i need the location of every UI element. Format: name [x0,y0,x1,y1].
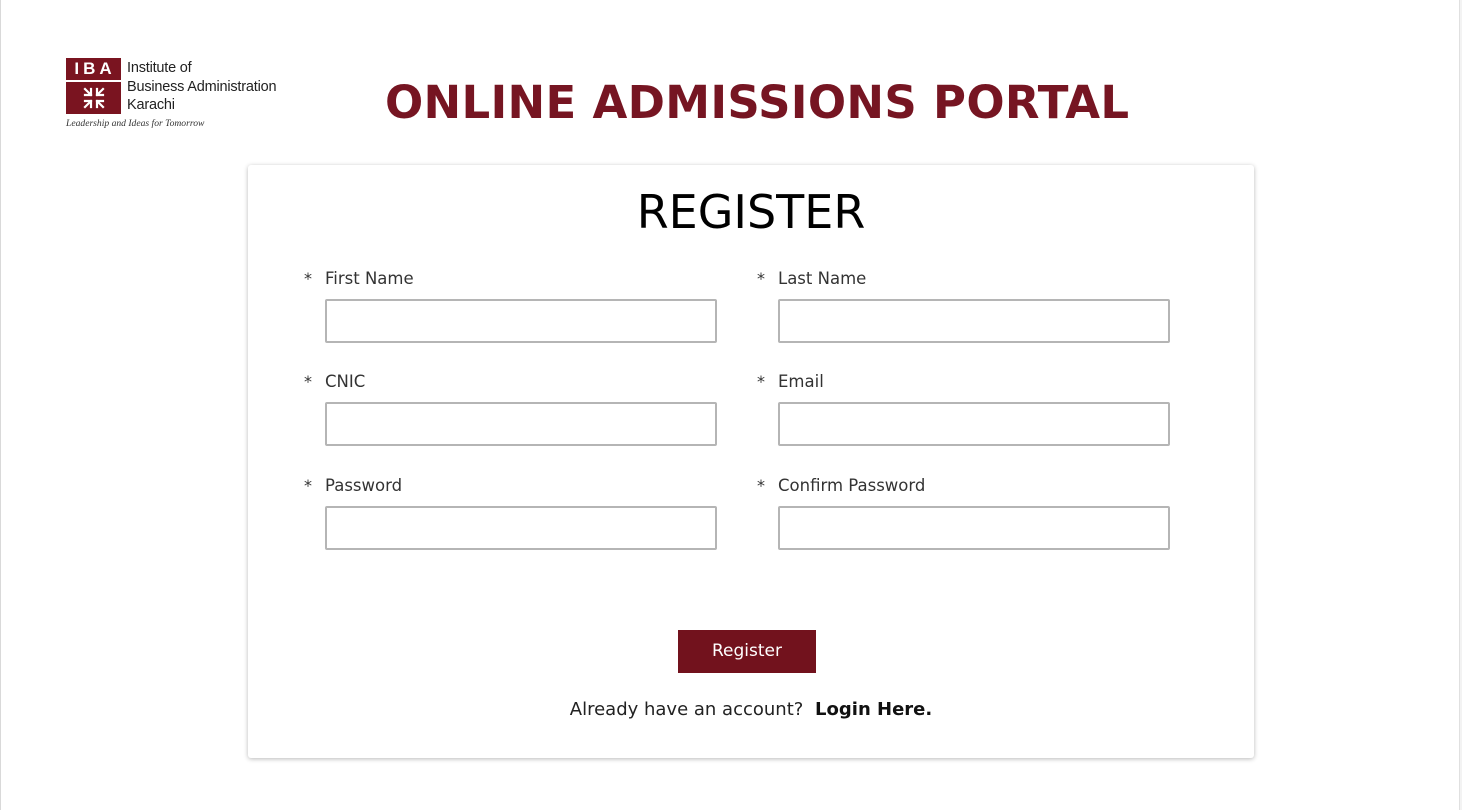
login-prompt-row: Already have an account? Login Here. [248,697,1254,723]
password-input[interactable] [325,506,717,550]
logo-line-2: Business Administration [127,78,277,95]
required-marker: * [304,269,312,288]
cnic-label: CNIC [325,372,366,391]
required-marker: * [757,372,765,391]
confirm-password-group: * Confirm Password [757,472,1170,550]
required-marker: * [304,372,312,391]
login-link[interactable]: Login Here. [815,699,932,720]
required-marker: * [757,269,765,288]
iba-logo: IBA Institute of Business Administration… [66,58,306,132]
last-name-group: * Last Name [757,265,1170,343]
required-marker: * [304,476,312,495]
first-name-input[interactable] [325,299,717,343]
register-card: REGISTER * First Name * Last Name * CNIC… [248,165,1254,758]
password-group: * Password [304,472,717,550]
required-marker: * [757,476,765,495]
first-name-label: First Name [325,269,414,288]
form-title: REGISTER [636,185,866,239]
email-label: Email [778,372,824,391]
register-button[interactable]: Register [678,630,816,673]
first-name-group: * First Name [304,265,717,343]
logo-star-icon [66,82,121,114]
last-name-label: Last Name [778,269,867,288]
last-name-input[interactable] [778,299,1170,343]
page-title: ONLINE ADMISSIONS PORTAL [385,76,1130,129]
email-group: * Email [757,368,1170,446]
cnic-group: * CNIC [304,368,717,446]
logo-line-3: Karachi [127,97,175,113]
logo-emblem: IBA [66,58,121,114]
email-input[interactable] [778,402,1170,446]
logo-line-1: Institute of [127,60,192,76]
password-label: Password [325,476,403,495]
confirm-password-label: Confirm Password [778,476,926,495]
logo-institution-name: Institute of Business Administration Kar… [127,59,277,115]
logo-abbr: IBA [66,58,121,80]
confirm-password-input[interactable] [778,506,1170,550]
login-prompt-text: Already have an account? [569,699,804,720]
cnic-input[interactable] [325,402,717,446]
page-border-left [0,0,1,810]
logo-tagline: Leadership and Ideas for Tomorrow [66,118,205,129]
